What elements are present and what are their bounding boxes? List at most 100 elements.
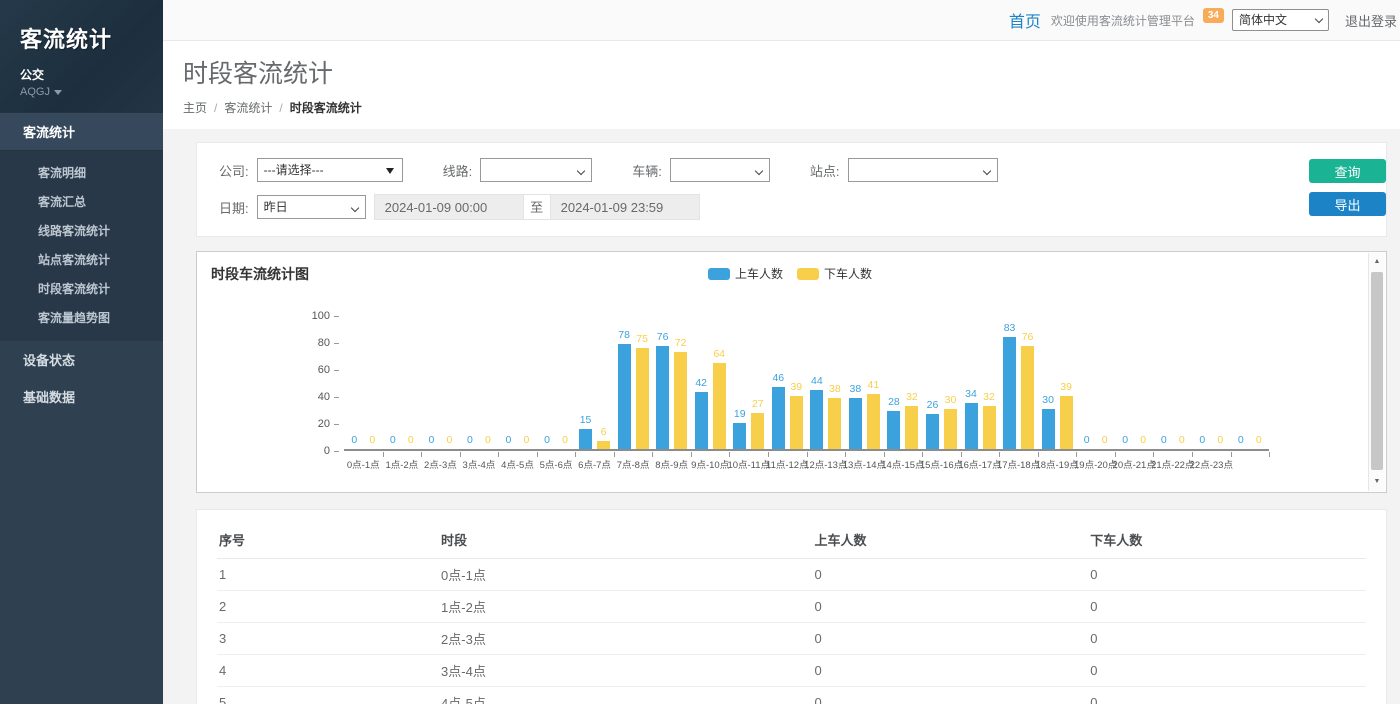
chart-bar-group: 263015点-16点 [922,316,961,449]
bar-value-label: 0 [562,434,568,446]
table-cell: 0 [814,655,1090,687]
sidebar-subitem[interactable]: 客流明细 [0,158,163,187]
home-link[interactable]: 首页 [1009,8,1041,32]
sidebar-subitem[interactable]: 客流量趋势图 [0,303,163,332]
chart-bar-group: 76728点-9点 [652,316,691,449]
export-button[interactable]: 导出 [1309,192,1386,216]
vehicle-select[interactable] [671,159,769,181]
sidebar-subitem[interactable]: 时段客流统计 [0,274,163,303]
bar-value-label: 0 [1199,434,1205,446]
filter-row-2: 日期: 昨日 至 [219,194,1276,220]
chart-bar-group: 384113点-14点 [845,316,884,449]
legend-label: 上车人数 [735,265,783,282]
notification-badge: 34 [1203,8,1224,23]
x-axis-label: 2点-3点 [424,457,457,471]
table-panel: 序号 时段 上车人数 下车人数 10点-1点0021点-2点0032点-3点00… [196,509,1387,704]
breadcrumb-separator: / [214,101,217,115]
line-label: 线路: [443,161,473,180]
sidebar-menu: 客流统计客流明细客流汇总线路客流统计站点客流统计时段客流统计客流量趋势图设备状态… [0,112,163,415]
filter-panel: 公司: ---请选择--- 线路: 车辆: [196,142,1387,237]
bar-下车人数: 39 [790,396,803,449]
page-heading: 时段客流统计 主页/客流统计/时段客流统计 [163,41,1400,129]
station-filter: 站点: [810,158,998,182]
bar-value-label: 0 [1140,434,1146,446]
bar-上车人数: 28 [887,411,900,449]
scroll-down-arrow-icon[interactable]: ▼ [1369,474,1385,490]
x-axis-label: 12点-13点 [804,457,847,471]
filter-buttons: 查询 导出 [1309,159,1386,216]
company-filter: 公司: ---请选择--- [219,158,403,182]
sidebar-item[interactable]: 客流统计 [0,112,163,151]
col-header-alighting: 下车人数 [1090,520,1366,559]
table-cell: 2 [217,591,441,623]
chart-bar-group: 0022点-23点 [1192,316,1231,449]
company-select[interactable]: ---请选择--- [258,159,402,181]
chart-legend: 上车人数下车人数 [708,265,872,282]
x-axis-label: 7点-8点 [617,457,650,471]
line-select-wrap [480,158,592,182]
bar-value-label: 0 [485,434,491,446]
station-select-wrap [848,158,998,182]
table-row: 10点-1点00 [217,559,1366,591]
y-axis-tick: 80 [318,337,339,349]
chart-bar-group: 192710点-11点 [729,316,768,449]
chart-title: 时段车流统计图 [211,266,309,282]
sidebar-item[interactable]: 设备状态 [0,341,163,378]
org-code-dropdown[interactable]: AQGJ [20,86,143,98]
bar-value-label: 76 [657,331,669,343]
language-select-wrap: 简体中文 [1232,9,1329,31]
bar-value-label: 0 [428,434,434,446]
bar-下车人数: 64 [713,363,726,449]
x-axis-label: 6点-7点 [578,457,611,471]
topbar: 首页 欢迎使用客流统计管理平台 34 简体中文 退出登录 [163,0,1400,41]
legend-item[interactable]: 下车人数 [797,265,872,282]
breadcrumb-parent[interactable]: 客流统计 [224,101,272,115]
bar-value-label: 0 [1179,434,1185,446]
table-cell: 5 [217,687,441,704]
date-preset-select[interactable]: 昨日 [258,196,365,218]
line-select[interactable] [481,159,591,181]
logout-link[interactable]: 退出登录 [1345,11,1397,30]
chart-bar-group: 002点-3点 [421,316,460,449]
chart-bar-group: 001点-2点 [383,316,422,449]
bar-value-label: 78 [618,329,630,341]
x-axis-label: 1点-2点 [385,457,418,471]
language-select[interactable]: 简体中文 [1232,9,1329,31]
bar-value-label: 44 [811,375,823,387]
vehicle-label: 车辆: [632,161,662,180]
table-cell: 3点-4点 [441,655,814,687]
query-button[interactable]: 查询 [1309,159,1386,183]
y-axis-tick: 20 [318,418,339,430]
bar-下车人数: 75 [636,348,649,449]
stats-table: 序号 时段 上车人数 下车人数 10点-1点0021点-2点0032点-3点00… [217,520,1366,704]
bar-value-label: 0 [467,434,473,446]
sidebar-item[interactable]: 基础数据 [0,378,163,415]
bar-value-label: 41 [868,379,880,391]
sidebar-subitem[interactable]: 客流汇总 [0,187,163,216]
bar-value-label: 0 [1217,434,1223,446]
vehicle-filter: 车辆: [632,158,770,182]
scrollbar-thumb[interactable] [1371,272,1383,470]
legend-item[interactable]: 上车人数 [708,265,783,282]
breadcrumb-home[interactable]: 主页 [183,101,207,115]
sidebar-subitem[interactable]: 站点客流统计 [0,245,163,274]
date-from-input[interactable] [374,194,524,220]
date-label: 日期: [219,198,249,217]
table-cell: 4 [217,655,441,687]
sidebar-subitem[interactable]: 线路客流统计 [0,216,163,245]
bar-下车人数: 39 [1060,396,1073,449]
table-cell: 2点-3点 [441,623,814,655]
bar-下车人数: 30 [944,409,957,450]
scroll-up-arrow-icon[interactable]: ▲ [1369,254,1385,270]
bar-value-label: 27 [752,398,764,410]
station-select[interactable] [849,159,997,181]
col-header-index: 序号 [217,520,441,559]
table-cell: 0 [814,687,1090,704]
x-axis-label: 4点-5点 [501,457,534,471]
chart-bar-group: 283214点-15点 [884,316,923,449]
breadcrumb: 主页/客流统计/时段客流统计 [183,99,1400,116]
bar-value-label: 30 [1042,394,1054,406]
date-to-input[interactable] [550,194,700,220]
x-axis-label: 17点-18点 [997,457,1040,471]
bar-value-label: 0 [1084,434,1090,446]
